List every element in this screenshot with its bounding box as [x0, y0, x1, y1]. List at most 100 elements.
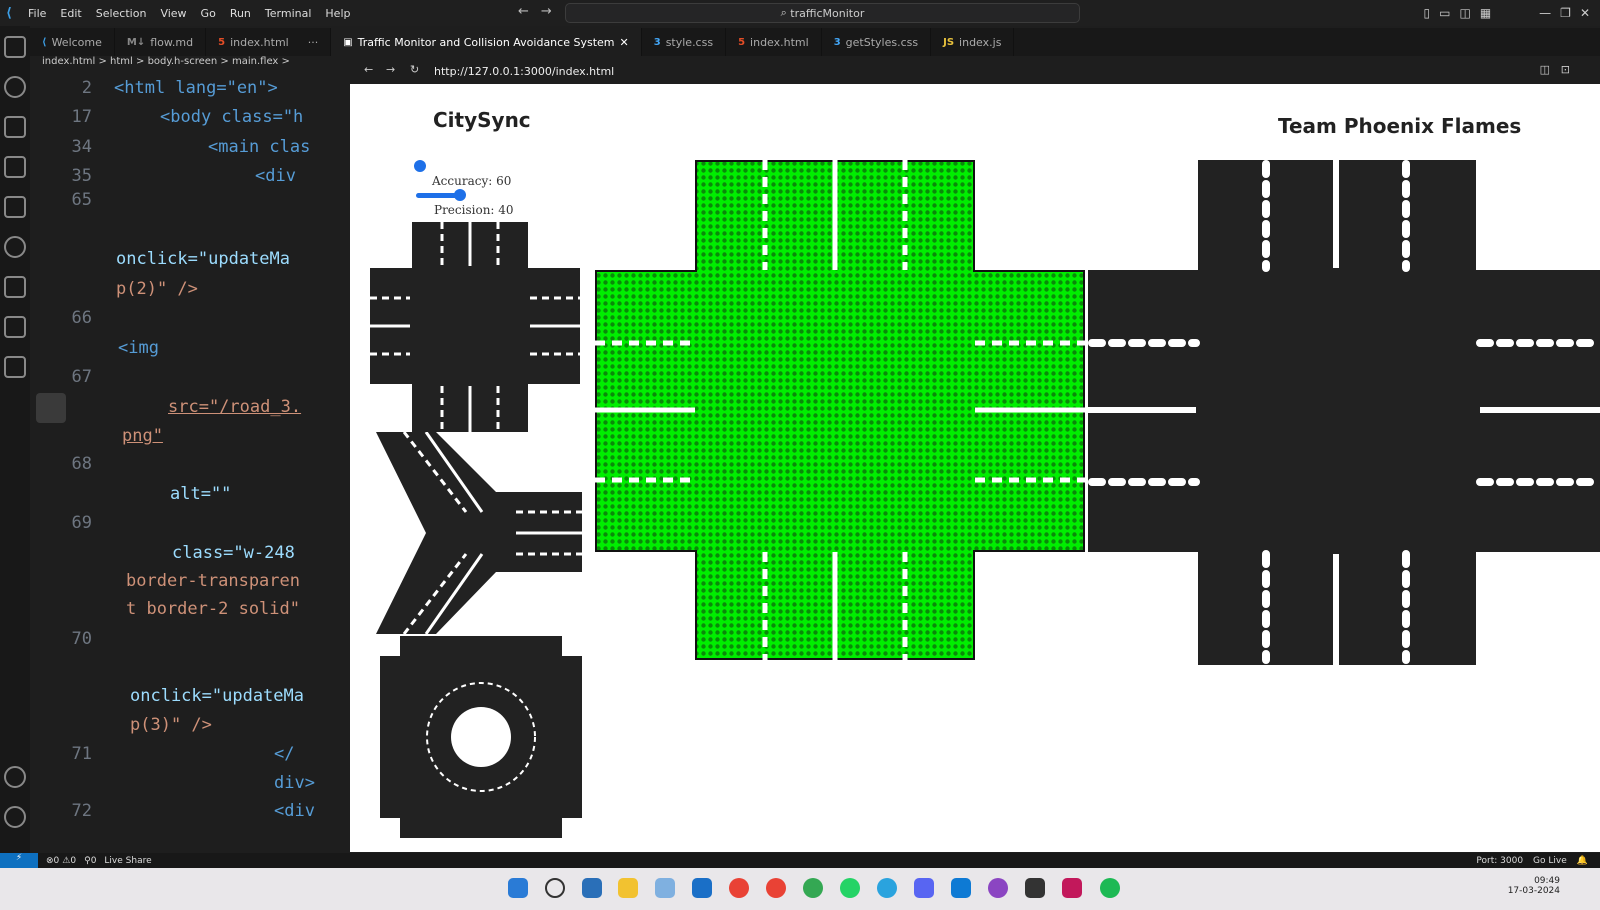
- forward-arrow-icon[interactable]: →: [541, 4, 564, 19]
- tab-label: style.css: [665, 35, 714, 49]
- menu-run[interactable]: Run: [230, 7, 251, 20]
- terminal-icon[interactable]: [1025, 878, 1045, 898]
- reload-icon[interactable]: ↻: [410, 63, 419, 76]
- editor-tabs: ⟨ Welcome M↓ flow.md 5 index.html ··· ▣ Traff…: [30, 28, 1600, 56]
- code-line: <img: [118, 338, 159, 358]
- tab-index-html[interactable]: 5 index.html: [726, 28, 822, 56]
- run-debug-icon[interactable]: [4, 156, 26, 178]
- vscode-taskbar-icon[interactable]: [951, 878, 971, 898]
- ports-icon[interactable]: ⚲: [84, 856, 91, 866]
- precision-slider-handle[interactable]: [454, 189, 466, 201]
- telegram-icon[interactable]: [877, 878, 897, 898]
- line-number: 70: [71, 629, 92, 649]
- start-icon[interactable]: [508, 878, 528, 898]
- tab-style-css[interactable]: 3 style.css: [642, 28, 727, 56]
- extensions-icon[interactable]: [4, 196, 26, 218]
- menu-help[interactable]: Help: [325, 7, 350, 20]
- tab-preview[interactable]: ▣ Traffic Monitor and Collision Avoidance…: [331, 28, 642, 56]
- code-line: border-transparen: [126, 571, 300, 591]
- layout-sidebar-icon[interactable]: ▯: [1424, 6, 1431, 20]
- github-desktop-icon[interactable]: [988, 878, 1008, 898]
- app-icon[interactable]: [1062, 878, 1082, 898]
- source-control-icon[interactable]: [4, 116, 26, 138]
- menu-selection[interactable]: Selection: [96, 7, 147, 20]
- remote-explorer-icon[interactable]: [4, 356, 26, 378]
- tab-index-js[interactable]: JS index.js: [931, 28, 1015, 56]
- css-icon: 3: [653, 36, 661, 48]
- layout-split-icon[interactable]: ◫: [1459, 6, 1470, 20]
- notifications-icon[interactable]: 🔔: [1577, 856, 1588, 866]
- layout-custom-icon[interactable]: ▦: [1480, 6, 1491, 20]
- warning-count: 0: [70, 855, 77, 866]
- errors-icon[interactable]: ⊗: [46, 856, 54, 866]
- file-explorer-icon[interactable]: [618, 878, 638, 898]
- task-view-icon[interactable]: [582, 878, 602, 898]
- tab-flow-md[interactable]: M↓ flow.md: [115, 28, 207, 56]
- code-editor[interactable]: 2 <html lang="en"> 17 <body class="h 34 …: [30, 74, 356, 852]
- search-icon[interactable]: [545, 878, 565, 898]
- line-number: 66: [71, 308, 92, 328]
- minimize-icon[interactable]: —: [1539, 6, 1551, 20]
- code-line: div>: [274, 773, 315, 793]
- live-share-icon[interactable]: [4, 316, 26, 338]
- chrome-icon[interactable]: [729, 878, 749, 898]
- tab-index-html-left[interactable]: 5 index.html ···: [206, 28, 332, 56]
- chrome-profile-icon[interactable]: [766, 878, 786, 898]
- tab-welcome[interactable]: ⟨ Welcome: [30, 28, 115, 56]
- tab-label: Traffic Monitor and Collision Avoidance …: [357, 35, 615, 49]
- whatsapp-icon[interactable]: [840, 878, 860, 898]
- code-line: onclick="updateMa: [130, 686, 304, 706]
- history-nav[interactable]: ←→: [518, 4, 564, 19]
- back-arrow-icon[interactable]: ←: [518, 4, 541, 19]
- command-center[interactable]: ⌕ trafficMonitor: [565, 3, 1080, 23]
- tab-getstyles-css[interactable]: 3 getStyles.css: [822, 28, 932, 56]
- go-live-button[interactable]: Go Live: [1533, 856, 1567, 866]
- menu-file[interactable]: File: [28, 7, 46, 20]
- browser-back-icon[interactable]: ←: [364, 63, 373, 76]
- tab-label: index.html: [750, 35, 809, 49]
- account-icon[interactable]: [4, 766, 26, 788]
- warnings-icon[interactable]: ⚠: [62, 856, 70, 866]
- chrome-alt-icon[interactable]: [803, 878, 823, 898]
- menu-edit[interactable]: Edit: [60, 7, 81, 20]
- accuracy-slider-dot[interactable]: [414, 160, 426, 172]
- search-icon[interactable]: [4, 76, 26, 98]
- figma-icon[interactable]: [4, 276, 26, 298]
- settings-gear-icon[interactable]: [4, 806, 26, 828]
- code-text: <html lang="en">: [114, 78, 278, 98]
- close-tab-icon[interactable]: ✕: [620, 36, 629, 49]
- command-center-label: trafficMonitor: [790, 6, 865, 20]
- browser-forward-icon[interactable]: →: [386, 63, 395, 76]
- url-field[interactable]: http://127.0.0.1:3000/index.html: [434, 65, 614, 78]
- remote-icon[interactable]: ⚡: [0, 853, 38, 868]
- lock-icon[interactable]: ⊡: [1561, 63, 1570, 76]
- code-text: <main clas: [208, 137, 311, 157]
- breadcrumb[interactable]: index.html > html > body.h-screen > main…: [42, 56, 350, 72]
- spotify-icon[interactable]: [1100, 878, 1120, 898]
- tab-label: index.js: [959, 35, 1002, 49]
- discord-icon[interactable]: [914, 878, 934, 898]
- live-share-status[interactable]: Live Share: [104, 856, 151, 866]
- close-icon[interactable]: ✕: [1580, 6, 1590, 20]
- more-actions-icon[interactable]: ···: [308, 36, 319, 49]
- explorer-icon[interactable]: [4, 36, 26, 58]
- road-thumbnail-roundabout[interactable]: [380, 636, 582, 838]
- timeline-icon[interactable]: [4, 236, 26, 258]
- code-text: border-transparen: [126, 571, 300, 591]
- photos-icon[interactable]: [655, 878, 675, 898]
- split-editor-icon[interactable]: ◫: [1540, 63, 1550, 76]
- port-status[interactable]: Port: 3000: [1476, 856, 1523, 866]
- settings-sync-icon[interactable]: [36, 393, 66, 423]
- road-map-large: [1088, 160, 1600, 665]
- menu-terminal[interactable]: Terminal: [265, 7, 312, 20]
- layout-panel-icon[interactable]: ▭: [1439, 6, 1450, 20]
- road-thumbnail-y-junction[interactable]: [376, 432, 582, 634]
- clock-time: 09:49: [1534, 876, 1560, 886]
- road-thumbnail-crossing[interactable]: [370, 222, 580, 432]
- store-icon[interactable]: [692, 878, 712, 898]
- menu-view[interactable]: View: [160, 7, 186, 20]
- menu-go[interactable]: Go: [201, 7, 216, 20]
- system-clock[interactable]: 09:49 17-03-2024: [1508, 876, 1560, 896]
- restore-icon[interactable]: ❐: [1560, 6, 1571, 20]
- code-text: t border-2 solid": [126, 599, 300, 619]
